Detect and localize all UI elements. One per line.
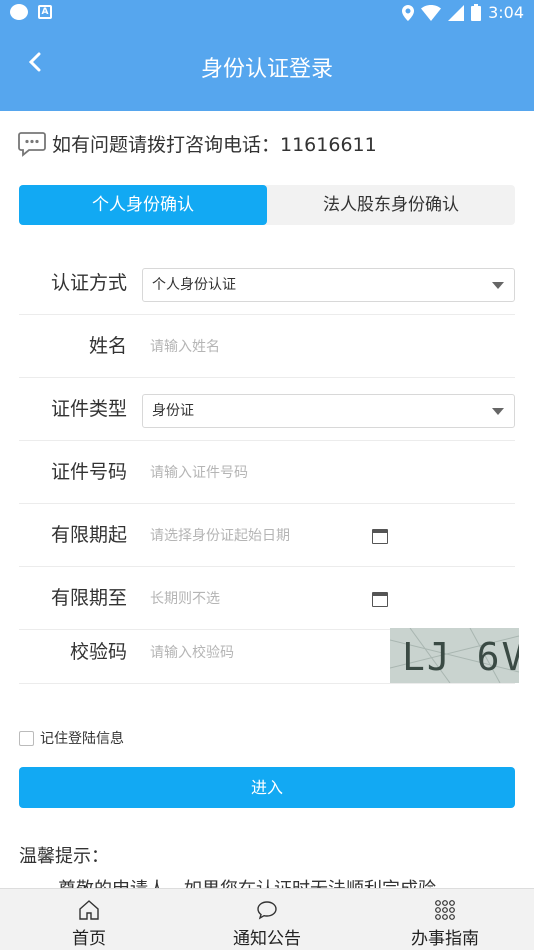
valid-from-input[interactable] <box>142 518 382 554</box>
remember-login: 记住登陆信息 <box>19 728 124 748</box>
message-icon <box>257 901 277 920</box>
notification-a-icon: A <box>38 5 52 19</box>
remember-label: 记住登陆信息 <box>40 731 124 747</box>
captcha-text: LJ 6V <box>402 635 519 679</box>
valid-to-input[interactable] <box>142 581 382 617</box>
row-name: 姓名 <box>19 315 515 378</box>
dropdown-arrow-icon <box>492 408 504 415</box>
enter-button[interactable]: 进入 <box>19 767 515 808</box>
name-label: 姓名 <box>88 335 127 357</box>
nav-guide[interactable]: 办事指南 <box>356 889 534 950</box>
valid-from-label: 有限期起 <box>50 524 127 546</box>
remember-checkbox[interactable] <box>19 730 34 746</box>
row-id-type: 证件类型 身份证 <box>19 378 515 441</box>
location-icon <box>402 4 415 21</box>
hotline-text: 如有问题请拨打咨询电话：11616611 <box>52 134 377 156</box>
id-type-select[interactable]: 身份证 <box>142 394 515 428</box>
hotline-notice: 如有问题请拨打咨询电话：11616611 <box>18 130 377 157</box>
calendar-icon[interactable] <box>372 592 388 607</box>
nav-home-label: 首页 <box>72 929 106 949</box>
id-type-value: 身份证 <box>152 403 194 419</box>
auth-method-label: 认证方式 <box>50 272 127 294</box>
app-bar: 身份认证登录 <box>0 27 534 111</box>
status-time: 3:04 <box>488 3 524 22</box>
home-icon <box>79 900 99 920</box>
nav-guide-label: 办事指南 <box>411 929 479 949</box>
id-number-input[interactable] <box>142 455 382 491</box>
signal-icon <box>448 4 465 21</box>
name-input[interactable] <box>142 329 382 365</box>
wifi-icon <box>421 4 442 21</box>
chat-bubble-icon <box>18 131 46 157</box>
page-title: 身份认证登录 <box>200 57 333 82</box>
id-type-label: 证件类型 <box>50 398 127 420</box>
battery-icon <box>471 4 482 21</box>
row-captcha: 校验码 LJ 6V <box>19 621 519 684</box>
captcha-image[interactable]: LJ 6V <box>390 628 519 683</box>
nav-home[interactable]: 首页 <box>0 889 178 950</box>
identity-tabs: 个人身份确认 法人股东身份确认 <box>19 185 515 225</box>
status-bar: A 3:04 <box>0 0 534 27</box>
tab-personal[interactable]: 个人身份确认 <box>19 185 267 225</box>
row-valid-from: 有限期起 <box>19 504 515 567</box>
nav-notices[interactable]: 通知公告 <box>178 889 356 950</box>
tips-text: 尊敬的申请人，如果您在认证时无法顺利完成验 <box>58 875 518 889</box>
nav-notices-label: 通知公告 <box>233 929 301 949</box>
dropdown-arrow-icon <box>492 282 504 289</box>
captcha-input[interactable] <box>142 635 382 671</box>
calendar-icon[interactable] <box>372 529 388 544</box>
tips-title: 温馨提示： <box>19 846 109 867</box>
id-number-label: 证件号码 <box>50 461 127 483</box>
auth-method-select[interactable]: 个人身份认证 <box>142 268 515 302</box>
row-auth-method: 认证方式 个人身份认证 <box>19 252 515 315</box>
auth-method-value: 个人身份认证 <box>152 277 236 293</box>
bottom-nav: 首页 通知公告 办事指南 <box>0 888 534 950</box>
tab-legal-shareholder[interactable]: 法人股东身份确认 <box>267 185 515 225</box>
captcha-label: 校验码 <box>69 641 127 663</box>
grid-icon <box>435 900 455 920</box>
notification-app-icon <box>10 4 28 20</box>
row-id-number: 证件号码 <box>19 441 515 504</box>
